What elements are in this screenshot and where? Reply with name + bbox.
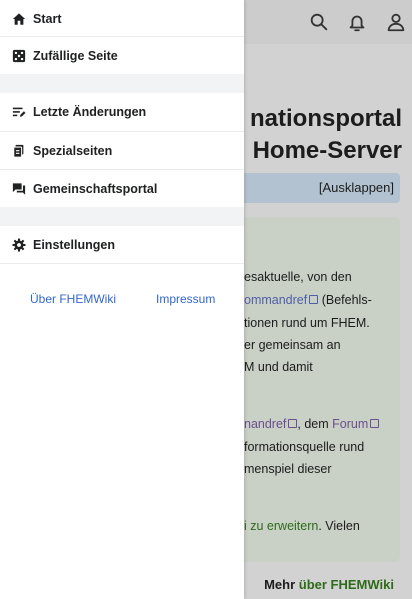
user-icon[interactable] (385, 11, 407, 33)
community-portal-icon (12, 182, 26, 196)
intro-text-line: er gemeinsam an (244, 338, 341, 352)
collapsible-banner[interactable]: [Ausklappen] (232, 173, 400, 203)
intro-text-line: menspiel dieser (244, 462, 332, 476)
external-link-icon (288, 419, 298, 428)
expand-toggle[interactable]: [Ausklappen] (319, 180, 394, 195)
wiki-edit-link[interactable]: i zu erweitern (244, 519, 318, 533)
bell-icon[interactable] (346, 11, 368, 33)
commandref-link[interactable]: ommandref (244, 293, 307, 307)
external-link-icon (370, 419, 380, 428)
recent-changes-icon (12, 105, 26, 119)
intro-text-line: nandref, dem Forum (244, 416, 380, 432)
divider (0, 263, 244, 264)
menu-item-start[interactable]: Start (0, 0, 244, 37)
menu-item-random-page[interactable]: Zufällige Seite (0, 37, 244, 74)
group-separator (0, 74, 244, 93)
menu-item-community-portal[interactable]: Gemeinschaftsportal (0, 170, 244, 207)
menu-item-label: Gemeinschaftsportal (33, 181, 158, 196)
external-link-icon (309, 295, 319, 304)
intro-text-line: M und damit (244, 360, 313, 374)
more-about-link[interactable]: Mehr über FHEMWiki (264, 577, 394, 592)
imprint-link[interactable]: Impressum (156, 292, 215, 306)
menu-item-special-pages[interactable]: Spezialseiten (0, 132, 244, 169)
intro-text-line: i zu erweitern. Vielen (244, 519, 360, 533)
special-pages-icon (12, 144, 26, 158)
page-title-line-2: Home-Server (252, 137, 402, 164)
intro-text-line: ommandref (Befehls- (244, 293, 372, 307)
menu-item-settings[interactable]: Einstellungen (0, 226, 244, 263)
about-link[interactable]: Über FHEMWiki (30, 292, 116, 306)
intro-text-line: formationsquelle rund (244, 440, 365, 454)
menu-item-label: Einstellungen (33, 237, 115, 252)
menu-item-label: Letzte Änderungen (33, 104, 147, 119)
settings-gear-icon (12, 237, 26, 252)
home-icon (12, 12, 26, 26)
dice-icon (12, 49, 26, 63)
search-icon[interactable] (308, 11, 330, 33)
intro-text-line: tionen rund um FHEM. (244, 316, 370, 330)
menu-item-recent-changes[interactable]: Letzte Änderungen (0, 93, 244, 130)
menu-item-label: Spezialseiten (33, 143, 113, 158)
intro-text-line: esaktuelle, von den (244, 270, 352, 284)
page-title-line-1: nationsportal (249, 105, 402, 132)
commandref-link[interactable]: nandref (244, 417, 286, 431)
navigation-drawer: Start Zufällige Seite Letzte Änderungen … (0, 0, 244, 599)
group-separator (0, 207, 244, 226)
menu-item-label: Zufällige Seite (33, 48, 118, 63)
forum-link[interactable]: Forum (332, 417, 368, 431)
menu-item-label: Start (33, 11, 62, 26)
